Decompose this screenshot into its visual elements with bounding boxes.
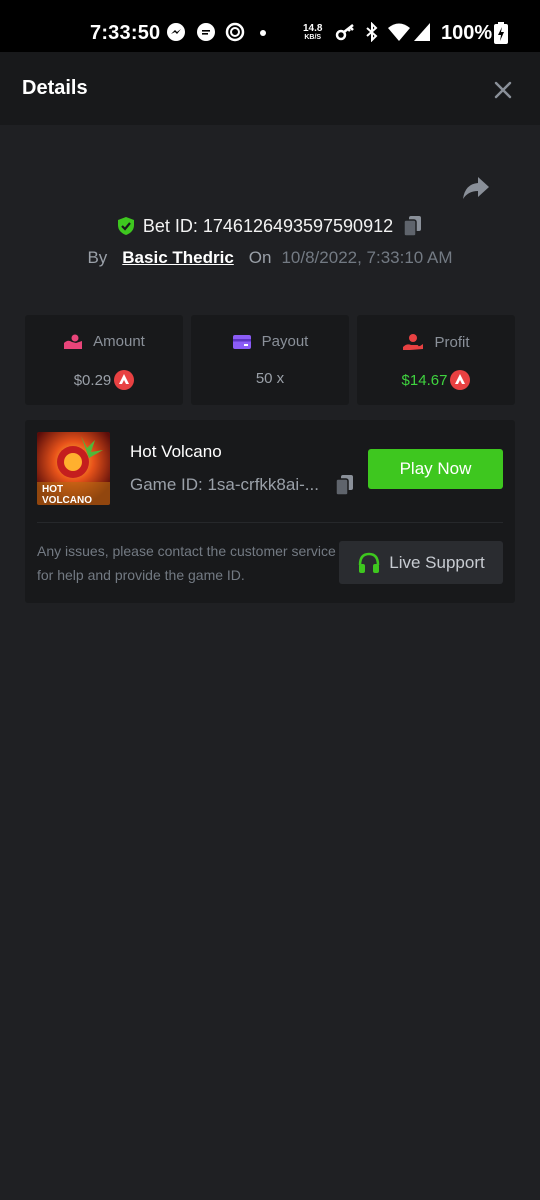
net-speed: 14.8 KB/S [303, 23, 323, 42]
bet-date: 10/8/2022, 7:33:10 AM [281, 248, 453, 267]
by-label: By [87, 248, 108, 267]
dot-icon [260, 30, 266, 36]
game-card: HOT VOLCANO Hot Volcano Game ID: 1sa-crf… [25, 420, 515, 603]
game-id-row: Game ID: 1sa-crfkk8ai-... [130, 474, 355, 496]
status-time: 7:33:50 [90, 22, 161, 44]
bet-meta: By Basic Thedric On 10/8/2022, 7:33:10 A… [0, 246, 540, 270]
profit-value: $14.67 [401, 371, 448, 389]
payout-value: 50 x [255, 370, 285, 387]
bet-id: Bet ID: 1746126493597590912 [142, 215, 394, 236]
key-icon [335, 24, 354, 41]
page-title: Details [22, 77, 88, 99]
on-label: On [248, 248, 272, 267]
shield-check-icon [117, 217, 134, 235]
status-bar: 7:33:50 14.8 KB/S 100% [0, 0, 540, 52]
payout-card: Payout 50 x [191, 315, 349, 405]
amount-value: $0.29 [73, 371, 112, 389]
copy-icon[interactable] [335, 474, 355, 496]
amount-icon [64, 334, 83, 349]
avax-coin-icon [450, 370, 471, 390]
profit-card: Profit $14.67 [357, 315, 515, 405]
bet-id-row: Bet ID: 1746126493597590912 [0, 213, 540, 239]
messenger-icon [167, 23, 185, 41]
live-support-label: Live Support [389, 552, 485, 572]
game-id: Game ID: 1sa-crfkk8ai-... [130, 475, 319, 494]
svg-text:VOLCANO: VOLCANO [42, 495, 92, 505]
details-header: Details [0, 52, 540, 125]
chat-icon [197, 23, 215, 41]
amount-card: Amount $0.29 [25, 315, 183, 405]
amount-label: Amount [93, 333, 145, 350]
share-icon[interactable] [462, 175, 490, 201]
profit-label: Profit [434, 333, 470, 351]
app-ring-icon [225, 22, 245, 42]
battery-percent: 100% [441, 22, 493, 44]
live-support-button[interactable]: Live Support [339, 541, 503, 584]
game-name: Hot Volcano [130, 442, 222, 461]
payout-label: Payout [261, 333, 309, 350]
avax-coin-icon [114, 370, 135, 390]
profit-hand-icon [403, 334, 424, 350]
battery-icon [494, 22, 508, 44]
divider [37, 522, 503, 523]
copy-icon[interactable] [403, 215, 423, 237]
card-icon [232, 334, 251, 349]
bluetooth-icon [366, 22, 378, 42]
close-icon[interactable] [492, 79, 514, 101]
svg-text:HOT: HOT [42, 484, 63, 495]
help-text: Any issues, please contact the customer … [37, 543, 336, 583]
headset-icon [359, 552, 380, 573]
play-now-button[interactable]: Play Now [368, 449, 503, 489]
wifi-icon [388, 23, 410, 41]
game-thumbnail[interactable]: HOT VOLCANO [37, 432, 110, 505]
cell-signal-icon [414, 23, 430, 41]
user-link[interactable]: Basic Thedric [122, 248, 234, 268]
